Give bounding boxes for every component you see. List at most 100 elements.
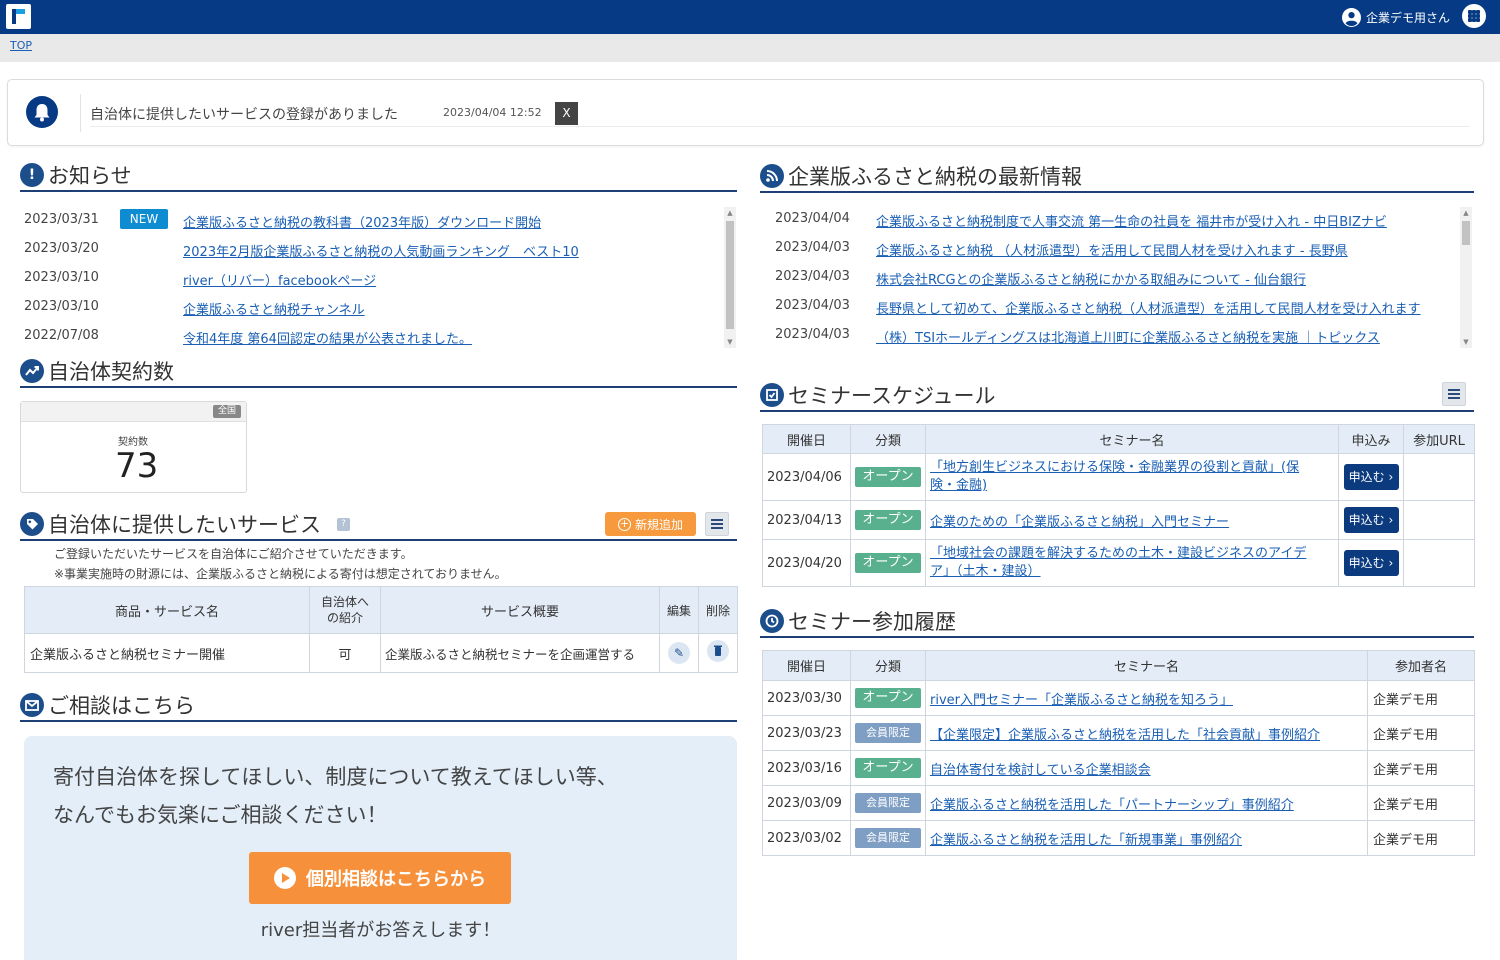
- category-badge: 会員限定: [855, 793, 921, 813]
- help-icon[interactable]: ?: [337, 517, 350, 531]
- news-title: お知らせ: [48, 164, 132, 188]
- join-url-cell: [1403, 453, 1475, 501]
- apply-button[interactable]: 申込む ›: [1343, 550, 1399, 576]
- news-link[interactable]: 企業版ふるさと納税の教科書（2023年版）ダウンロード開始: [183, 212, 541, 231]
- service-intro: 可: [309, 633, 381, 673]
- col-header-service-name: 商品・サービス名: [24, 586, 310, 634]
- latest-link[interactable]: 長野県として初めて、企業版ふるさと納税（人材派遣型）を活用して民間人材を受け入れ…: [876, 298, 1421, 317]
- category-badge: 会員限定: [855, 723, 921, 743]
- latest-date: 2023/04/04: [775, 211, 850, 226]
- col-header-apply: 申込み: [1338, 424, 1404, 454]
- news-scrollbar[interactable]: ▲ ▼: [724, 207, 736, 348]
- seminar-link[interactable]: 「地域社会の課題を解決するための土木・建設ビジネスのアイデ ア」（土木・建設）: [930, 546, 1306, 579]
- join-url-cell: [1403, 539, 1475, 587]
- river-logo[interactable]: [6, 4, 31, 29]
- consult-text-1: 寄付自治体を探してほしい、制度について教えてほしい等、: [53, 765, 618, 789]
- app-grid-icon[interactable]: [1462, 4, 1486, 28]
- user-avatar-icon: [1341, 7, 1361, 27]
- latest-link[interactable]: 企業版ふるさと納税 （人材派遣型）を活用して民間人材を受け入れます - 長野県: [876, 240, 1348, 259]
- table-row: 企業版ふるさと納税セミナー開催 可 企業版ふるさと納税セミナーを企画運営する ✎: [24, 633, 738, 673]
- list-item: 2023/03/20 2023年2月版企業版ふるさと納税の人気動画ランキング ベ…: [24, 234, 720, 263]
- bell-icon: [26, 96, 58, 128]
- add-service-label: 新規追加: [634, 517, 683, 532]
- services-note-2: ※事業実施時の財源には、企業版ふるさと納税による寄付は想定されておりません。: [54, 567, 507, 581]
- news-date: 2022/07/08: [24, 328, 99, 343]
- add-service-button[interactable]: + 新規追加: [605, 512, 696, 536]
- mail-icon: [20, 693, 44, 717]
- latest-news-list: 2023/04/04 企業版ふるさと納税制度で人事交流 第一生命の社員を 福井市…: [775, 204, 1455, 347]
- scroll-down-icon[interactable]: ▼: [1460, 336, 1472, 348]
- col-header-participant: 参加者名: [1367, 650, 1475, 681]
- latest-link[interactable]: （株）TSIホールディングスは北海道上川町に企業版ふるさと納税を実施 ｜トピック…: [876, 327, 1380, 346]
- col-header-category: 分類: [850, 424, 926, 454]
- col-header-seminar-name: セミナー名: [925, 650, 1368, 681]
- table-row: 2023/03/09 会員限定 企業版ふるさと納税を活用した「パートナーシップ」…: [762, 785, 1475, 821]
- history-seminar-link[interactable]: 自治体寄付を検討している企業相談会: [930, 763, 1151, 778]
- schedule-menu-icon[interactable]: [1442, 382, 1466, 406]
- history-seminar-link[interactable]: 企業版ふるさと納税を活用した「新規事業」事例紹介: [930, 833, 1242, 848]
- news-link[interactable]: 企業版ふるさと納税チャンネル: [183, 299, 365, 318]
- scroll-down-icon[interactable]: ▼: [724, 336, 736, 348]
- contracts-title: 自治体契約数: [48, 360, 174, 384]
- history-seminar-link[interactable]: 【企業限定】企業版ふるさと納税を活用した「社会貢献」事例紹介: [930, 728, 1320, 743]
- delete-trash-icon[interactable]: [707, 640, 729, 662]
- col-header-delete: 削除: [698, 586, 738, 634]
- notification-close-button[interactable]: X: [555, 102, 578, 125]
- news-link[interactable]: river（リバー）facebookページ: [183, 270, 376, 289]
- history-date: 2023/03/16: [762, 750, 851, 786]
- news-link[interactable]: 令和4年度 第64回認定の結果が公表されました。: [183, 328, 472, 347]
- apply-button[interactable]: 申込む ›: [1343, 464, 1399, 490]
- seminar-link[interactable]: 企業のための「企業版ふるさと納税」入門セミナー: [930, 515, 1229, 530]
- notification-banner: 自治体に提供したいサービスの登録がありました 2023/04/04 12:52 …: [7, 79, 1484, 146]
- participant-name: 企業デモ用: [1367, 820, 1475, 856]
- consult-button[interactable]: 個別相談はこちらから: [249, 852, 511, 904]
- latest-date: 2023/04/03: [775, 327, 850, 342]
- breadcrumb-top-link[interactable]: TOP: [10, 39, 32, 52]
- history-seminar-link[interactable]: 企業版ふるさと納税を活用した「パートナーシップ」事例紹介: [930, 798, 1294, 813]
- table-row: 2023/03/30 オープン river入門セミナー「企業版ふるさと納税を知ろ…: [762, 680, 1475, 716]
- schedule-table: 開催日 分類 セミナー名 申込み 参加URL 2023/04/06 オープン 「…: [762, 424, 1475, 587]
- contracts-count: 73: [115, 446, 159, 486]
- participant-name: 企業デモ用: [1367, 680, 1475, 716]
- notification-time: 2023/04/04 12:52: [443, 106, 542, 119]
- history-date: 2023/03/02: [762, 820, 851, 856]
- col-header-date: 開催日: [762, 424, 851, 454]
- services-menu-icon[interactable]: [705, 512, 729, 536]
- latest-link[interactable]: 株式会社RCGとの企業版ふるさと納税にかかる取組みについて - 仙台銀行: [876, 269, 1306, 288]
- latest-link[interactable]: 企業版ふるさと納税制度で人事交流 第一生命の社員を 福井市が受け入れ - 中日B…: [876, 211, 1387, 230]
- schedule-title: セミナースケジュール: [788, 384, 996, 408]
- list-item: 2023/03/10 企業版ふるさと納税チャンネル: [24, 292, 720, 321]
- category-badge: オープン: [855, 688, 921, 708]
- apply-button[interactable]: 申込む ›: [1343, 507, 1399, 533]
- scroll-up-icon[interactable]: ▲: [724, 207, 736, 219]
- plus-circle-icon: +: [617, 516, 631, 531]
- history-seminar-link[interactable]: river入門セミナー「企業版ふるさと納税を知ろう」: [930, 693, 1233, 708]
- seminar-link[interactable]: 「地方創生ビジネスにおける保険・金融業界の役割と貢献」(保 険・金融): [930, 460, 1299, 493]
- edit-pencil-icon[interactable]: ✎: [668, 642, 690, 664]
- scroll-up-icon[interactable]: ▲: [1460, 207, 1472, 219]
- services-note-1: ご登録いただいたサービスを自治体にご紹介させていただきます。: [54, 547, 413, 561]
- contracts-section-header: 自治体契約数: [20, 356, 737, 388]
- table-row: 2023/04/20 オープン 「地域社会の課題を解決するための土木・建設ビジネ…: [762, 539, 1475, 587]
- trend-chart-icon: [20, 359, 44, 383]
- calendar-check-icon: [760, 383, 784, 407]
- participant-name: 企業デモ用: [1367, 785, 1475, 821]
- join-url-cell: [1403, 500, 1475, 540]
- consult-section-header: ご相談はこちら: [20, 690, 737, 722]
- consult-subtext: river担当者がお答えします！: [260, 920, 501, 941]
- user-menu[interactable]: 企業デモ用さん: [1341, 6, 1450, 28]
- services-title: 自治体に提供したいサービス: [48, 513, 321, 537]
- history-date: 2023/03/30: [762, 680, 851, 716]
- col-header-summary: サービス概要: [380, 586, 660, 634]
- schedule-section-header: セミナースケジュール: [760, 380, 1474, 412]
- latest-scrollbar[interactable]: ▲ ▼: [1460, 207, 1472, 348]
- news-link[interactable]: 2023年2月版企業版ふるさと納税の人気動画ランキング ベスト10: [183, 241, 579, 260]
- history-clock-icon: [760, 609, 784, 633]
- table-row: 2023/04/06 オープン 「地方創生ビジネスにおける保険・金融業界の役割と…: [762, 453, 1475, 501]
- participant-name: 企業デモ用: [1367, 750, 1475, 786]
- list-item: 2023/04/03 企業版ふるさと納税 （人材派遣型）を活用して民間人材を受け…: [775, 233, 1455, 262]
- news-section-header: ! お知らせ: [20, 160, 737, 192]
- consult-title: ご相談はこちら: [48, 694, 195, 718]
- user-name: 企業デモ用さん: [1365, 10, 1450, 25]
- seminar-date: 2023/04/20: [762, 539, 851, 587]
